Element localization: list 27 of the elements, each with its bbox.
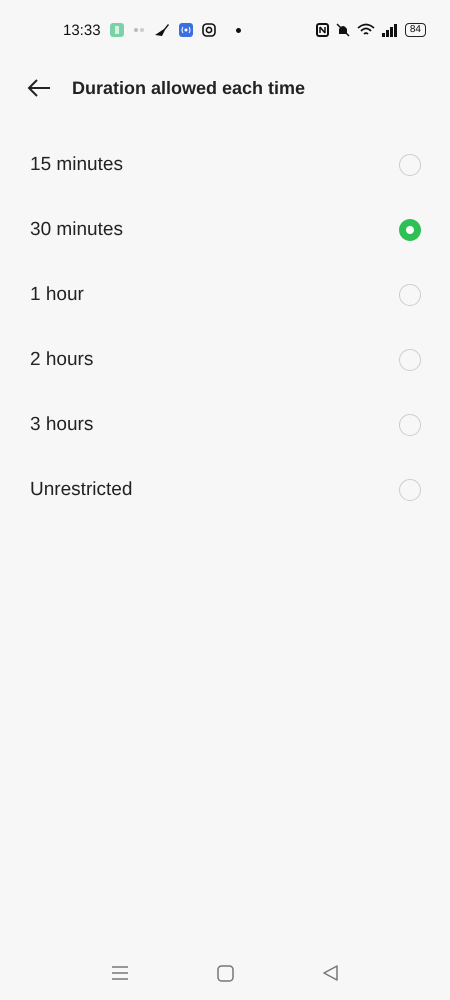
option-label: 30 minutes — [30, 218, 123, 240]
signal-icon — [382, 23, 398, 37]
option-label: 3 hours — [30, 414, 94, 436]
option-label: 2 hours — [30, 348, 94, 370]
radio-button[interactable] — [399, 218, 421, 240]
radio-button[interactable] — [399, 414, 421, 436]
option-label: Unrestricted — [30, 478, 132, 500]
menu-icon[interactable] — [111, 965, 129, 981]
back-button[interactable] — [26, 78, 52, 98]
page-title: Duration allowed each time — [72, 78, 306, 98]
camera-icon — [202, 23, 216, 37]
broadcast-icon — [178, 23, 193, 37]
home-icon[interactable] — [217, 964, 234, 982]
option-label: 15 minutes — [30, 154, 123, 176]
back-icon[interactable] — [322, 965, 339, 981]
dot-icon — [236, 28, 241, 32]
option-label: 1 hour — [30, 284, 84, 306]
clock-time: 13:33 — [63, 22, 101, 38]
battery-indicator: 84 — [404, 23, 426, 37]
muted-bell-icon — [336, 23, 350, 37]
radio-button[interactable] — [399, 154, 421, 176]
radio-button[interactable] — [399, 478, 421, 500]
radio-button[interactable] — [399, 284, 421, 306]
brush-icon — [154, 23, 170, 37]
radio-button[interactable] — [399, 348, 421, 370]
nfc-icon — [316, 23, 329, 37]
wifi-icon — [356, 23, 375, 37]
